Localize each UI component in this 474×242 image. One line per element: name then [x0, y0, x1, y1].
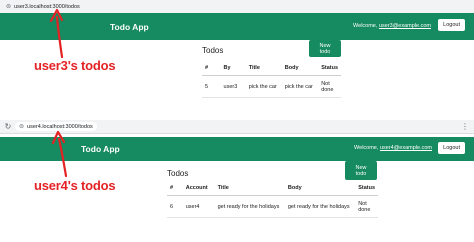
todos-table: # By Title Body Status 5 user3 pick the …	[202, 61, 341, 98]
cell-id: 6	[167, 195, 183, 218]
cell-title: pick the car	[245, 75, 282, 98]
column-header: Account	[182, 181, 215, 196]
cell-title: get ready for the holidays	[214, 195, 285, 218]
table-row: 6 user4 get ready for the holidays get r…	[167, 195, 378, 218]
logout-button[interactable]: Logout	[438, 142, 465, 154]
column-header: Title	[245, 61, 282, 76]
welcome-text: Welcome, user4@example.com	[354, 145, 432, 151]
column-header: Status	[355, 181, 378, 196]
reload-icon[interactable]: ↻	[3, 122, 13, 131]
logout-button[interactable]: Logout	[438, 19, 465, 31]
cell-status: Not done	[318, 75, 341, 98]
cell-id: 5	[202, 75, 221, 98]
brand[interactable]: Todo App	[110, 22, 149, 32]
site-info-icon[interactable]: ⊜	[6, 3, 11, 10]
column-header: Title	[214, 181, 285, 196]
todos-table: # Account Title Body Status 6 user4 get …	[167, 181, 378, 218]
table-header-row: # Account Title Body Status	[167, 181, 378, 196]
column-header: Body	[281, 61, 319, 76]
user-email-link[interactable]: user4@example.com	[380, 145, 432, 151]
cell-body: pick the car	[281, 75, 319, 98]
column-header: Body	[284, 181, 356, 196]
table-header-row: # By Title Body Status	[202, 61, 341, 76]
new-todo-button[interactable]: New todo	[309, 40, 341, 57]
welcome-text: Welcome, user3@example.com	[353, 23, 431, 29]
cell-status: Not done	[355, 195, 378, 218]
column-header: By	[220, 61, 246, 76]
kebab-menu-icon[interactable]: ⋮	[461, 122, 469, 131]
annotation-label: user3's todos	[34, 58, 116, 73]
browser-window-user3: ⊜ user3.localhost:3000/todos Todo App We…	[0, 0, 474, 118]
url-text: user4.localhost:3000/todos	[27, 123, 93, 130]
cell-body: get ready for the holidays	[284, 195, 356, 218]
column-header: Status	[318, 61, 341, 76]
welcome-prefix: Welcome,	[354, 145, 379, 151]
table-row: 5 user3 pick the car pick the car Not do…	[202, 75, 341, 98]
column-header: #	[202, 61, 221, 76]
page-title: Todos	[167, 169, 189, 178]
welcome-prefix: Welcome,	[353, 23, 378, 29]
cell-account: user4	[182, 195, 215, 218]
cell-by: user3	[220, 75, 246, 98]
column-header: #	[167, 181, 183, 196]
user-email-link[interactable]: user3@example.com	[379, 23, 431, 29]
page-title: Todos	[202, 46, 224, 55]
new-todo-button[interactable]: New todo	[345, 161, 377, 180]
annotation-label: user4's todos	[34, 178, 116, 193]
site-info-icon[interactable]: ⊜	[19, 123, 24, 130]
browser-window-user4: ↻ ⊜ user4.localhost:3000/todos ⋮ Todo Ap…	[0, 120, 474, 242]
annotation-arrow	[49, 8, 64, 59]
